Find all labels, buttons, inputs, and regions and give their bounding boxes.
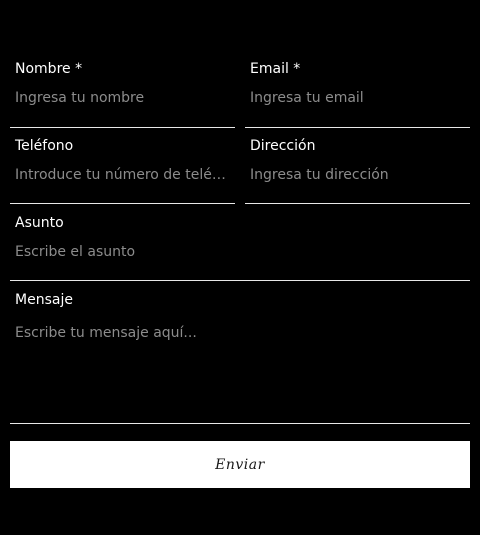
subject-label: Asunto <box>15 215 64 231</box>
email-field: Email * <box>245 60 470 128</box>
address-input[interactable] <box>245 161 470 189</box>
name-input[interactable] <box>10 84 235 112</box>
phone-field: Teléfono <box>10 137 235 204</box>
submit-button[interactable]: Enviar <box>10 441 470 488</box>
message-field: Mensaje <box>10 291 470 424</box>
email-label: Email * <box>250 61 301 77</box>
phone-input[interactable] <box>10 161 235 189</box>
phone-label: Teléfono <box>15 138 74 154</box>
message-textarea[interactable] <box>10 315 470 419</box>
name-label: Nombre * <box>15 61 83 77</box>
name-field: Nombre * <box>10 60 235 128</box>
message-label: Mensaje <box>15 292 73 308</box>
address-label: Dirección <box>250 138 316 154</box>
subject-input[interactable] <box>10 238 470 266</box>
subject-field: Asunto <box>10 214 470 281</box>
email-input[interactable] <box>245 84 470 112</box>
address-field: Dirección <box>245 137 470 204</box>
